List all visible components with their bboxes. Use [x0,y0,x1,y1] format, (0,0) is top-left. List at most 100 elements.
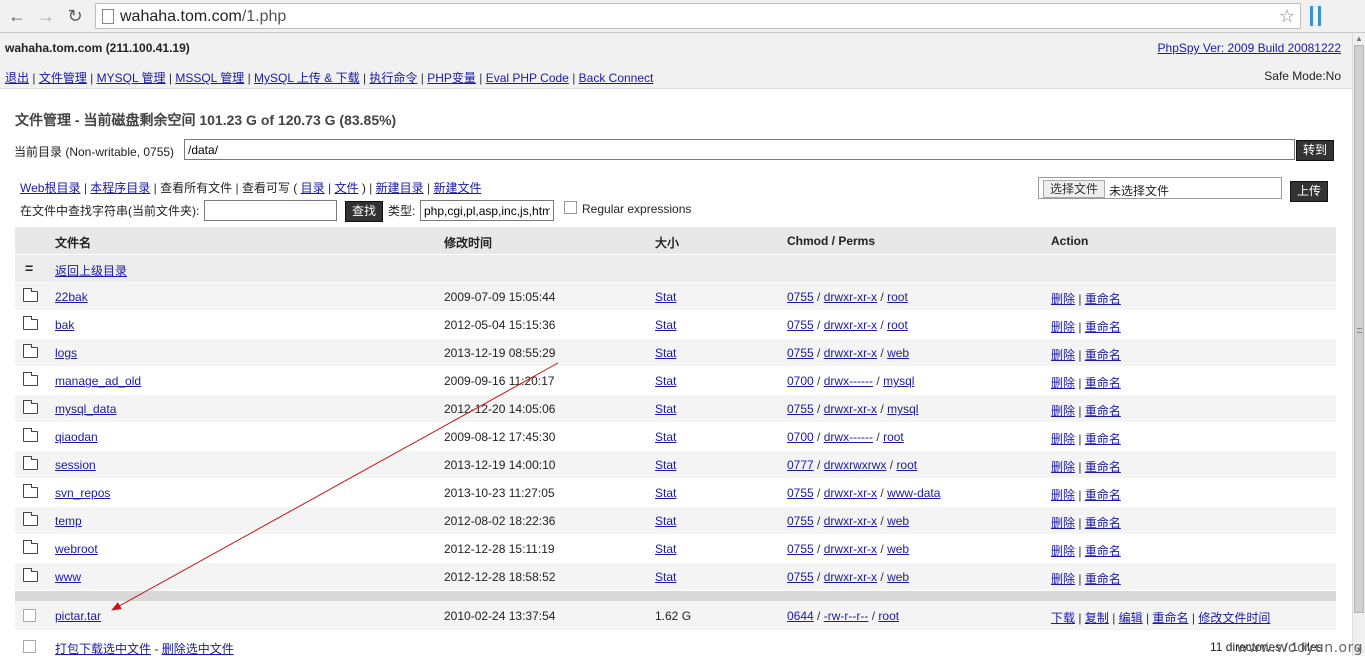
writable-files-link[interactable]: 文件 [334,181,358,195]
search-button[interactable]: 查找 [345,201,383,222]
dir-name-link[interactable]: webroot [55,542,98,556]
stat-link[interactable]: Stat [655,430,676,444]
owner-link[interactable]: root [896,458,917,472]
owner-link[interactable]: root [887,318,908,332]
nav-link[interactable]: MYSQL 管理 [97,71,166,85]
chmod-link[interactable]: 0700 [787,374,814,388]
owner-link[interactable]: mysql [887,402,918,416]
forward-icon[interactable]: → [35,5,57,27]
stat-link[interactable]: Stat [655,402,676,416]
view-all-link[interactable]: 查看所有文件 [160,181,232,195]
stat-link[interactable]: Stat [655,458,676,472]
perms-link[interactable]: drwxr-xr-x [824,346,877,360]
choose-file-button[interactable]: 选择文件 [1043,180,1105,198]
nav-link[interactable]: PHP变量 [427,71,476,85]
rename-link[interactable]: 重命名 [1085,348,1121,362]
chmod-link[interactable]: 0755 [787,570,814,584]
nav-link[interactable]: 文件管理 [39,71,87,85]
browser-menu-icon[interactable] [1310,6,1324,26]
rename-link[interactable]: 重命名 [1085,404,1121,418]
new-file-link[interactable]: 新建文件 [433,181,481,195]
owner-link[interactable]: root [887,290,908,304]
nav-link[interactable]: 执行命令 [369,71,417,85]
stat-link[interactable]: Stat [655,486,676,500]
owner-link[interactable]: web [887,570,909,584]
delete-link[interactable]: 删除 [1051,320,1075,334]
scroll-thumb[interactable] [1354,45,1364,613]
dir-name-link[interactable]: bak [55,318,74,332]
perms-link[interactable]: drwxrwxrwx [824,458,887,472]
owner-link[interactable]: web [887,346,909,360]
perms-link[interactable]: drwxr-xr-x [824,514,877,528]
dir-name-link[interactable]: session [55,458,96,472]
select-all-checkbox[interactable] [23,640,36,656]
delete-link[interactable]: 删除 [1051,460,1075,474]
dir-name-link[interactable]: svn_repos [55,486,110,500]
back-icon[interactable]: ← [6,5,28,27]
file-perms-link[interactable]: -rw-r--r-- [824,609,869,623]
perms-link[interactable]: drwxr-xr-x [824,542,877,556]
copy-link[interactable]: 复制 [1085,611,1109,625]
bookmark-star-icon[interactable]: ☆ [1279,6,1295,27]
stat-link[interactable]: Stat [655,570,676,584]
delete-link[interactable]: 删除 [1051,516,1075,530]
stat-link[interactable]: Stat [655,318,676,332]
chmod-link[interactable]: 0755 [787,486,814,500]
perms-link[interactable]: drwx------ [824,374,873,388]
delete-link[interactable]: 删除 [1051,544,1075,558]
chmod-link[interactable]: 0755 [787,346,814,360]
dir-name-link[interactable]: www [55,570,81,584]
address-bar[interactable]: wahaha.tom.com/1.php ☆ [95,3,1301,29]
perms-link[interactable]: drwxr-xr-x [824,486,877,500]
web-root-link[interactable]: Web根目录 [20,181,80,195]
vertical-scrollbar[interactable]: ▲ ▼ [1352,33,1365,656]
delete-selected-link[interactable]: 删除选中文件 [162,642,234,656]
stat-link[interactable]: Stat [655,542,676,556]
rename-link[interactable]: 重命名 [1085,572,1121,586]
rename-link[interactable]: 重命名 [1085,376,1121,390]
chmod-link[interactable]: 0755 [787,402,814,416]
perms-link[interactable]: drwxr-xr-x [824,290,877,304]
rename-link[interactable]: 重命名 [1085,488,1121,502]
file-checkbox[interactable] [23,609,36,625]
delete-link[interactable]: 删除 [1051,404,1075,418]
nav-link[interactable]: 退出 [5,71,29,85]
owner-link[interactable]: web [887,514,909,528]
chmod-link[interactable]: 0755 [787,318,814,332]
rename-link[interactable]: 重命名 [1085,320,1121,334]
modify-time-link[interactable]: 修改文件时间 [1198,611,1270,625]
file-chmod-link[interactable]: 0644 [787,609,814,623]
rename-link[interactable]: 重命名 [1085,292,1121,306]
file-rename-link[interactable]: 重命名 [1152,611,1188,625]
type-input[interactable] [420,200,554,221]
perms-link[interactable]: drwxr-xr-x [824,402,877,416]
stat-link[interactable]: Stat [655,346,676,360]
chmod-link[interactable]: 0755 [787,514,814,528]
download-link[interactable]: 下载 [1051,611,1075,625]
rename-link[interactable]: 重命名 [1085,544,1121,558]
new-dir-link[interactable]: 新建目录 [376,181,424,195]
dir-name-link[interactable]: logs [55,346,77,360]
file-owner-link[interactable]: root [878,609,899,623]
nav-link[interactable]: MySQL 上传 & 下载 [254,71,360,85]
nav-link[interactable]: Back Connect [579,71,654,85]
delete-link[interactable]: 删除 [1051,292,1075,306]
owner-link[interactable]: root [883,430,904,444]
nav-link[interactable]: MSSQL 管理 [175,71,244,85]
reload-icon[interactable]: ↻ [64,5,86,27]
dir-name-link[interactable]: mysql_data [55,402,116,416]
writable-dirs-link[interactable]: 目录 [301,181,325,195]
perms-link[interactable]: drwxr-xr-x [824,318,877,332]
delete-link[interactable]: 删除 [1051,488,1075,502]
file-name-link[interactable]: pictar.tar [55,609,101,623]
dir-name-link[interactable]: qiaodan [55,430,98,444]
goto-button[interactable]: 转到 [1296,140,1334,161]
chmod-link[interactable]: 0777 [787,458,814,472]
delete-link[interactable]: 删除 [1051,432,1075,446]
current-dir-input[interactable] [184,139,1295,160]
version-link[interactable]: PhpSpy Ver: 2009 Build 20081222 [1158,41,1341,55]
delete-link[interactable]: 删除 [1051,572,1075,586]
stat-link[interactable]: Stat [655,374,676,388]
search-input[interactable] [204,200,337,221]
chmod-link[interactable]: 0755 [787,290,814,304]
